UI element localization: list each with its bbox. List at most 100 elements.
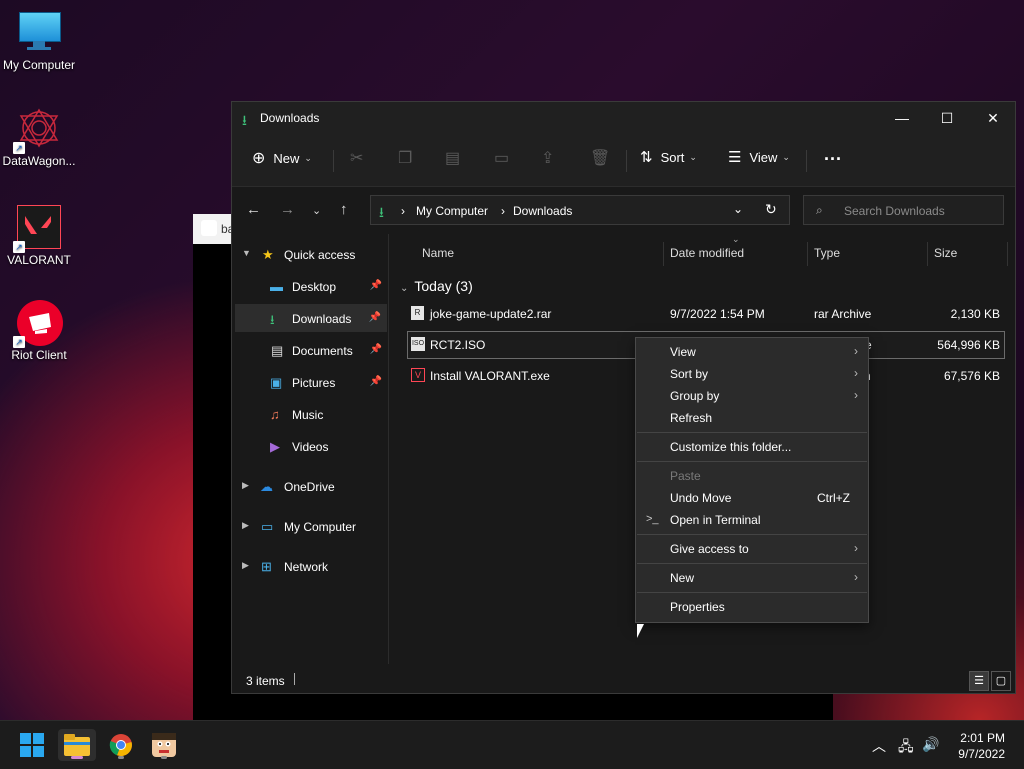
desktop-icon-valorant[interactable]: ↗ VALORANT xyxy=(0,205,78,267)
window-title: Downloads xyxy=(260,111,320,125)
nav-onedrive[interactable]: ▶ ☁ OneDrive xyxy=(232,472,388,500)
desktop-icon-datawagon[interactable]: ↗ DataWagon... xyxy=(0,106,78,168)
delete-button[interactable]: 🗑 xyxy=(590,148,610,168)
address-history-chevron-icon[interactable]: ⌄ xyxy=(733,202,743,216)
nav-item-downloads[interactable]: ⭳ Downloads 📌 xyxy=(235,304,387,332)
minimize-button[interactable]: — xyxy=(879,102,925,134)
copy-button[interactable]: ❐ xyxy=(398,148,412,168)
desktop-icon-my-computer[interactable]: My Computer xyxy=(0,10,78,72)
recent-locations-chevron-icon[interactable]: ⌄ xyxy=(312,204,321,217)
context-menu: View › Sort by › Group by › Refresh Customi… xyxy=(635,337,869,623)
address-bar[interactable]: ⭳ › My Computer › Downloads ⌄ ↻ xyxy=(370,195,790,225)
chevron-right-icon[interactable]: ▶ xyxy=(242,560,249,571)
up-arrow-icon[interactable]: ↑ xyxy=(340,201,348,218)
menu-item-paste: Paste xyxy=(636,465,868,487)
table-row[interactable]: R joke-game-update2.rar 9/7/2022 1:54 PM… xyxy=(407,300,1005,328)
menu-item-give-access[interactable]: Give access to › xyxy=(636,538,868,560)
menu-item-properties[interactable]: Properties xyxy=(636,596,868,618)
back-arrow-icon[interactable]: ← xyxy=(246,201,261,218)
more-options-button[interactable]: ... xyxy=(824,144,842,165)
new-button[interactable]: ⊕ New ⌄ xyxy=(252,148,312,168)
desktop-icon-label: Riot Client xyxy=(11,348,67,362)
pin-icon[interactable]: 📌 xyxy=(370,280,382,291)
clock[interactable]: 2:01 PM 9/7/2022 xyxy=(958,730,1005,762)
chevron-down-icon: ⌄ xyxy=(689,151,697,162)
running-indicator xyxy=(118,756,124,759)
breadcrumb-downloads[interactable]: Downloads xyxy=(513,204,572,218)
download-icon: ⭳ xyxy=(270,312,275,327)
nav-item-pictures[interactable]: ▣ Pictures 📌 xyxy=(232,368,388,396)
volume-icon[interactable]: 🔊 xyxy=(922,736,939,753)
pin-icon[interactable]: 📌 xyxy=(369,312,381,323)
breadcrumb-my-computer[interactable]: My Computer xyxy=(416,204,488,218)
desktop-folder-icon: ▬ xyxy=(270,279,283,294)
file-size: 67,576 KB xyxy=(943,369,1000,383)
menu-label: Open in Terminal xyxy=(670,513,761,527)
search-box[interactable]: ⌕ Search Downloads xyxy=(803,195,1004,225)
start-button[interactable] xyxy=(13,729,51,761)
show-hidden-icons-chevron-icon[interactable]: ︿ xyxy=(872,736,886,756)
file-type: rar Archive xyxy=(814,307,872,321)
nav-network[interactable]: ▶ ⊞ Network xyxy=(232,552,388,580)
group-header-today[interactable]: ⌄ Today (3) xyxy=(400,278,473,294)
view-button[interactable]: ☰ View ⌄ xyxy=(728,148,790,166)
plus-circle-icon: ⊕ xyxy=(252,150,266,167)
chevron-down-icon[interactable]: ▼ xyxy=(242,248,251,258)
chevron-down-icon: ⌄ xyxy=(304,152,312,163)
cut-button[interactable]: ✂ xyxy=(350,148,363,168)
nav-quick-access[interactable]: ▼ ★ Quick access xyxy=(232,240,388,268)
menu-item-customize-folder[interactable]: Customize this folder... xyxy=(636,436,868,458)
iso-disc-icon: ISO xyxy=(411,337,425,351)
nav-my-computer[interactable]: ▶ ▭ My Computer xyxy=(232,512,388,540)
rename-button[interactable]: ▭ xyxy=(494,148,509,168)
column-header-size[interactable]: Size xyxy=(934,246,957,260)
view-lines-icon: ☰ xyxy=(728,149,742,166)
clock-time: 2:01 PM xyxy=(960,731,1005,745)
menu-item-new[interactable]: New › xyxy=(636,567,868,589)
taskbar-face-app[interactable] xyxy=(145,729,183,761)
taskbar-chrome[interactable] xyxy=(102,729,140,761)
column-header-type[interactable]: Type xyxy=(814,246,840,260)
maximize-button[interactable]: ☐ xyxy=(924,102,970,134)
forward-arrow-icon[interactable]: → xyxy=(280,201,295,218)
mouse-cursor-icon xyxy=(637,624,644,638)
file-explorer-window[interactable]: ⭳ Downloads — ☐ ✕ ⊕ New ⌄ ✂ ❐ ▤ ▭ ⇪ 🗑 ⇅ … xyxy=(231,101,1016,764)
menu-item-undo-move[interactable]: Undo Move Ctrl+Z xyxy=(636,487,868,509)
menu-label: New xyxy=(670,571,695,585)
nav-item-music[interactable]: ♫ Music xyxy=(232,400,388,428)
menu-label: Group by xyxy=(670,389,720,403)
sort-button[interactable]: ⇅ Sort ⌄ xyxy=(640,148,697,166)
taskbar-file-explorer[interactable] xyxy=(58,729,96,761)
terminal-icon: >_ xyxy=(646,513,659,525)
pin-icon[interactable]: 📌 xyxy=(370,376,382,387)
nav-item-label: Desktop xyxy=(292,280,337,294)
menu-item-sort-by[interactable]: Sort by › xyxy=(636,363,868,385)
pin-icon[interactable]: 📌 xyxy=(370,344,382,355)
refresh-icon[interactable]: ↻ xyxy=(765,201,777,218)
large-icons-view-icon[interactable]: ▢ xyxy=(991,671,1011,691)
menu-item-view[interactable]: View › xyxy=(636,341,868,363)
share-button[interactable]: ⇪ xyxy=(541,148,554,168)
desktop-icon-riot-client[interactable]: ↗ Riot Client xyxy=(0,300,78,362)
chevron-right-icon[interactable]: ▶ xyxy=(242,480,249,491)
column-header-date[interactable]: Date modified xyxy=(670,246,744,260)
nav-item-desktop[interactable]: ▬ Desktop 📌 xyxy=(232,272,388,300)
shortcut-arrow-icon: ↗ xyxy=(13,142,25,154)
column-header-name[interactable]: Name xyxy=(422,246,454,260)
menu-item-group-by[interactable]: Group by › xyxy=(636,385,868,407)
menu-item-open-terminal[interactable]: >_ Open in Terminal xyxy=(636,509,868,531)
chevron-down-icon: ⌄ xyxy=(782,151,790,162)
copy-icon: ❐ xyxy=(398,150,413,167)
paste-button[interactable]: ▤ xyxy=(445,148,460,168)
window-titlebar[interactable]: ⭳ Downloads — ☐ ✕ xyxy=(232,102,1015,134)
chevron-right-icon[interactable]: ▶ xyxy=(242,520,249,531)
menu-label: Undo Move xyxy=(670,491,732,505)
nav-item-documents[interactable]: ▤ Documents 📌 xyxy=(232,336,388,364)
close-button[interactable]: ✕ xyxy=(970,102,1016,134)
chevron-right-icon: › xyxy=(854,388,858,402)
nav-item-videos[interactable]: ▶ Videos xyxy=(232,432,388,460)
menu-item-refresh[interactable]: Refresh xyxy=(636,407,868,429)
network-status-icon[interactable]: 🖧 xyxy=(898,736,914,760)
menu-label: Properties xyxy=(670,600,725,614)
details-view-icon[interactable]: ☰ xyxy=(969,671,989,691)
